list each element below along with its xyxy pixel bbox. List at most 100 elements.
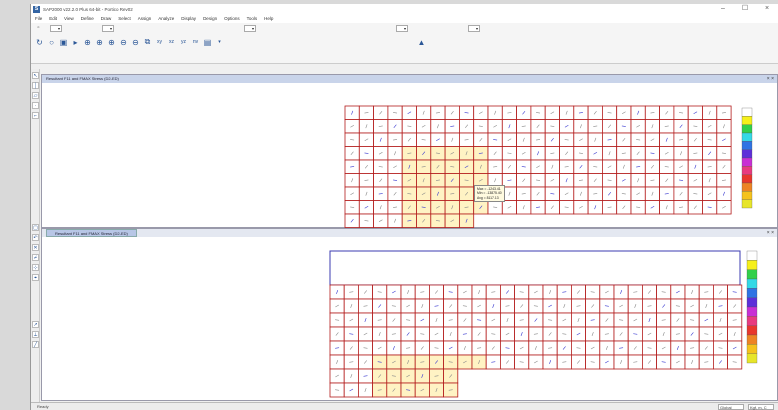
grid-icon[interactable]: ▤ xyxy=(203,38,212,47)
top-mesh xyxy=(344,105,732,228)
toolbar-combo-5[interactable]: ▾ xyxy=(468,24,480,32)
snap-mid-icon[interactable]: ↗ xyxy=(32,321,39,328)
pan-icon[interactable]: ⧉ xyxy=(143,37,152,47)
app-window: S SAP2000 v22.2.0 Plus 64-bit - Portico … xyxy=(30,4,778,410)
bottom-pane-close-button[interactable]: × × xyxy=(767,229,774,237)
menu-tools[interactable]: Tools xyxy=(247,16,258,21)
title-bar: S SAP2000 v22.2.0 Plus 64-bit - Portico … xyxy=(31,4,778,14)
rotate-icon[interactable]: ↻ xyxy=(35,38,44,47)
menu-draw[interactable]: Draw xyxy=(101,16,112,21)
menu-options[interactable]: Options xyxy=(224,16,240,21)
nv-view-icon[interactable]: nv xyxy=(191,38,200,47)
top-pane-close-button[interactable]: × × xyxy=(767,75,774,83)
secondary-toolbar xyxy=(31,51,778,64)
draw-area-icon[interactable]: ▱ xyxy=(32,92,39,99)
menu-file[interactable]: File xyxy=(35,16,42,21)
menu-assign[interactable]: Assign xyxy=(138,16,152,21)
clear-select-icon[interactable]: ✕ xyxy=(32,244,39,251)
close-button[interactable]: × xyxy=(756,4,778,14)
toolbar-combo-2[interactable]: ▾ xyxy=(102,24,114,32)
snap-end-icon[interactable]: ⌖ xyxy=(32,274,39,281)
view-toolbar: ↻ ○ ▣ ▸ ⊕ ⊕ ⊕ ⊖ ⊖ ⧉ xy xz yz nv ▤ ▾ ▲ xyxy=(31,33,778,51)
menu-edit[interactable]: Edit xyxy=(49,16,57,21)
top-pane-title-bar: Resultant F11 and FMAX Stress (D2-ED) × … xyxy=(42,75,777,83)
maximize-button[interactable]: ☐ xyxy=(734,4,756,14)
legend-swatch xyxy=(746,306,758,317)
pointer-icon[interactable]: ↖ xyxy=(32,72,39,79)
top-canvas[interactable] xyxy=(42,83,778,228)
top-view-pane[interactable]: Resultant F11 and FMAX Stress (D2-ED) × … xyxy=(41,74,778,228)
zoom-all-icon[interactable]: ⊕ xyxy=(107,38,116,47)
bottom-canvas[interactable] xyxy=(42,237,778,401)
bottom-pane-title-bar: Resultant F11 and FMAX Stress (D2-ED) × … xyxy=(42,229,777,237)
stress-tooltip: Max = -1243.41 Min = -13875.40 Avg = 811… xyxy=(474,185,505,203)
bottom-legend xyxy=(746,250,758,364)
bottom-mesh xyxy=(329,284,743,398)
main-toolbar: ▫ ▾ ▾ ▾ ▾ ▾ xyxy=(31,23,778,33)
paint-icon[interactable]: ▲ xyxy=(417,38,426,47)
menu-design[interactable]: Design xyxy=(203,16,217,21)
menu-help[interactable]: Help xyxy=(264,16,273,21)
minimize-button[interactable]: – xyxy=(712,4,734,14)
coord-system-combo[interactable]: Global xyxy=(718,403,744,410)
legend-swatch xyxy=(741,174,753,184)
menu-bar: File Edit View Define Draw Select Assign… xyxy=(31,14,778,23)
bottom-pane-title[interactable]: Resultant F11 and FMAX Stress (D2-ED) xyxy=(46,229,137,237)
legend-swatch xyxy=(746,334,758,345)
draw-frame-icon[interactable]: │ xyxy=(32,82,39,89)
legend-swatch xyxy=(741,149,753,159)
legend-swatch xyxy=(741,116,753,125)
intersect-icon[interactable]: ⌿ xyxy=(32,254,39,261)
select-icon[interactable]: ▣ xyxy=(59,38,68,47)
yz-view-icon[interactable]: yz xyxy=(179,38,188,47)
circle-icon[interactable]: ○ xyxy=(47,38,56,47)
legend-swatch xyxy=(741,199,753,209)
dropdown-icon[interactable]: ▾ xyxy=(215,38,224,47)
units-combo[interactable]: Kgf, m, C xyxy=(748,403,774,410)
snap-perp-icon[interactable]: ⟂ xyxy=(32,331,39,338)
legend-swatch xyxy=(741,166,753,175)
beam-outline xyxy=(329,250,741,286)
menu-define[interactable]: Define xyxy=(81,16,94,21)
snap-icon[interactable]: ⊹ xyxy=(32,264,39,271)
status-text: Ready xyxy=(37,404,49,409)
menu-display[interactable]: Display xyxy=(181,16,196,21)
snap-line-icon[interactable]: ╱ xyxy=(32,341,39,348)
legend-swatch xyxy=(746,353,758,364)
legend-swatch xyxy=(741,141,753,150)
legend-swatch xyxy=(746,344,758,354)
menu-select[interactable]: Select xyxy=(118,16,131,21)
toolbar-combo-3[interactable]: ▾ xyxy=(244,24,256,32)
toolbar-combo-1[interactable]: ▾ xyxy=(50,24,62,32)
xz-view-icon[interactable]: xz xyxy=(167,38,176,47)
legend-swatch xyxy=(746,269,758,280)
app-icon: S xyxy=(33,5,40,13)
zoom-out-icon[interactable]: ⊖ xyxy=(119,38,128,47)
xy-view-icon[interactable]: xy xyxy=(155,38,164,47)
select-prev-icon[interactable]: ↶ xyxy=(32,234,39,241)
play-icon[interactable]: ▸ xyxy=(71,38,80,47)
toolbar-combo-4[interactable]: ▾ xyxy=(396,24,408,32)
bottom-view-pane[interactable]: Resultant F11 and FMAX Stress (D2-ED) × … xyxy=(41,228,778,401)
menu-view[interactable]: View xyxy=(64,16,74,21)
tooltip-avg: Avg = 8117.13 xyxy=(477,195,499,200)
legend-swatch xyxy=(741,124,753,134)
zoom-prev-icon[interactable]: ⊖ xyxy=(131,38,140,47)
legend-swatch xyxy=(741,182,753,192)
legend-swatch xyxy=(741,107,753,117)
draw-joint-icon[interactable]: · xyxy=(32,102,39,109)
zoom-in-icon[interactable]: ⊕ xyxy=(83,38,92,47)
zoom-window-icon[interactable]: ⊕ xyxy=(95,38,104,47)
legend-swatch xyxy=(746,250,758,261)
select-all-icon[interactable]: ▢ xyxy=(32,224,39,231)
top-legend xyxy=(741,107,753,209)
draw-link-icon[interactable]: ⌐ xyxy=(32,112,39,119)
new-icon[interactable]: ▫ xyxy=(35,25,42,32)
legend-swatch xyxy=(746,325,758,336)
legend-swatch xyxy=(741,157,753,167)
status-bar: Ready Global Kgf, m, C xyxy=(31,402,778,410)
side-toolbar: ↖ │ ▱ · ⌐ ▢ ↶ ✕ ⌿ ⊹ ⌖ ↗ ⟂ ╱ xyxy=(31,69,40,402)
menu-analyze[interactable]: Analyze xyxy=(158,16,174,21)
legend-swatch xyxy=(746,297,758,308)
legend-swatch xyxy=(746,316,758,326)
